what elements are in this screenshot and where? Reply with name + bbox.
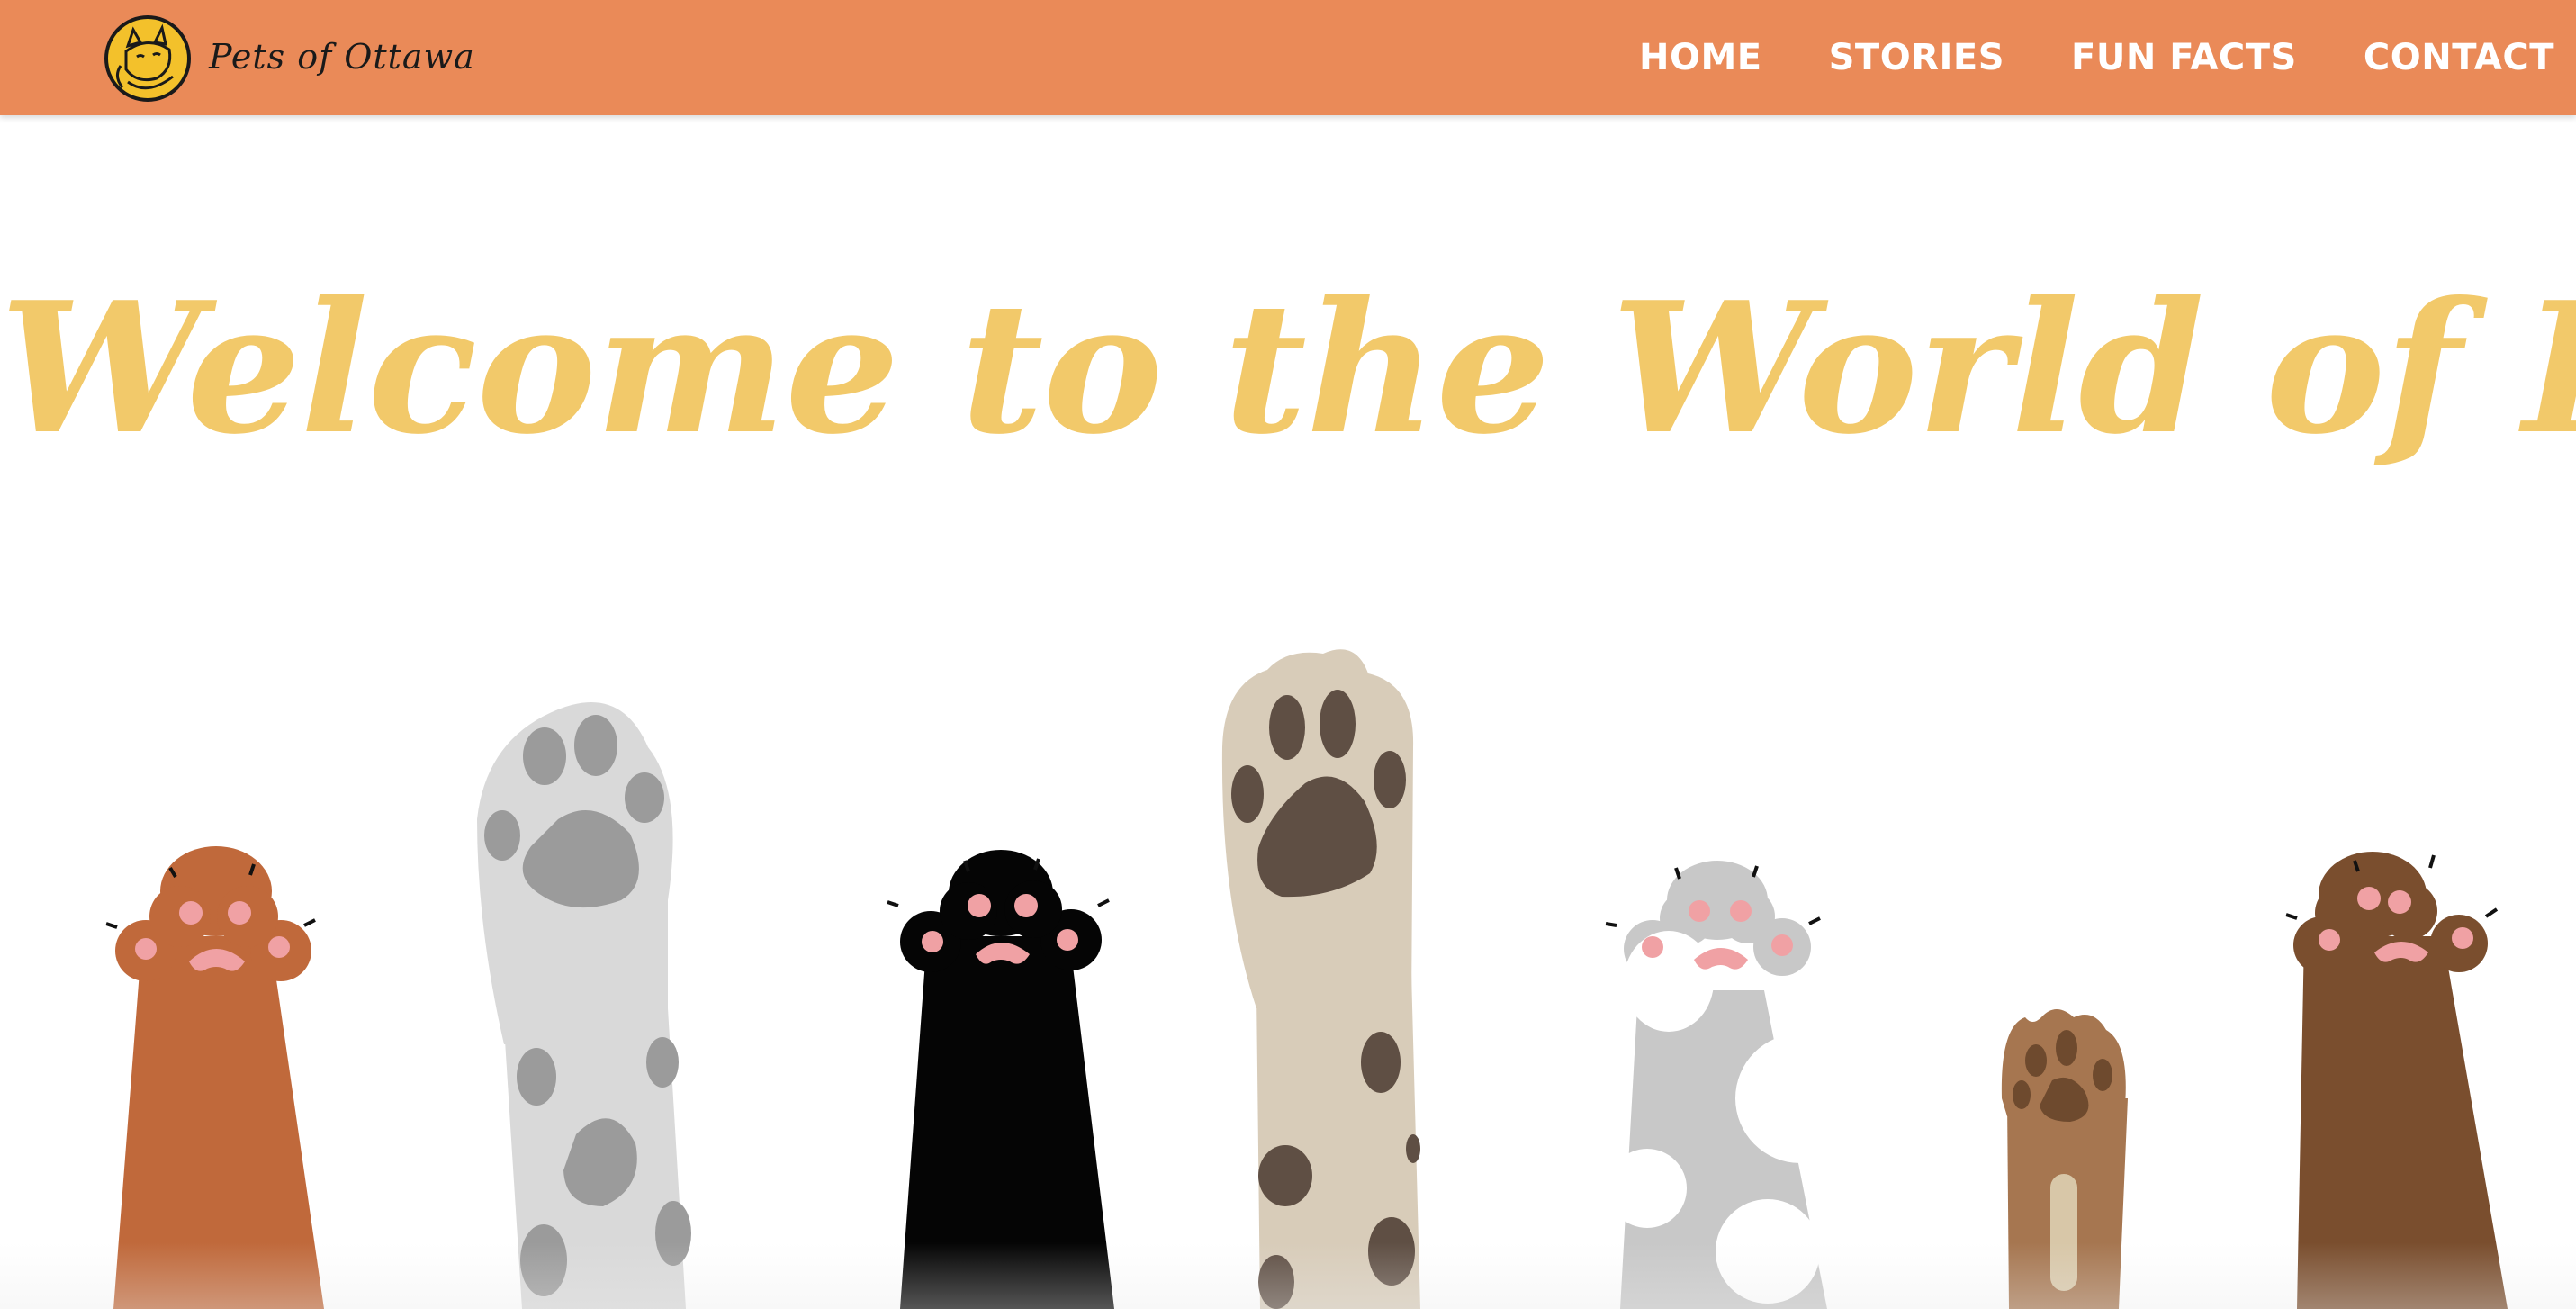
small-brown-dog-paw xyxy=(2001,1009,2128,1309)
nav-item-fun-facts: FUN FACTS xyxy=(2071,37,2297,78)
main-nav: HOME STORIES FUN FACTS CONTACT xyxy=(1639,0,2554,115)
nav-link-stories[interactable]: STORIES xyxy=(1829,37,2004,78)
hero-title: Welcome to the World of Pets! xyxy=(0,263,2576,474)
nav-link-home[interactable]: HOME xyxy=(1639,37,1762,78)
beige-dog-paw xyxy=(1221,649,1420,1309)
navbar: Pets of Ottawa HOME STORIES FUN FACTS CO… xyxy=(0,0,2576,115)
orange-cat-paw xyxy=(105,846,324,1309)
nav-item-home: HOME xyxy=(1639,37,1762,78)
brand-link[interactable]: Pets of Ottawa xyxy=(101,7,475,106)
nav-item-contact: CONTACT xyxy=(2364,37,2554,78)
page: Pets of Ottawa HOME STORIES FUN FACTS CO… xyxy=(0,0,2576,1309)
nav-link-contact[interactable]: CONTACT xyxy=(2364,37,2554,78)
brand-name: Pets of Ottawa xyxy=(209,37,475,77)
nav-item-stories: STORIES xyxy=(1829,37,2004,78)
brown-cat-paw xyxy=(2285,852,2508,1309)
nav-link-fun-facts[interactable]: FUN FACTS xyxy=(2071,37,2297,78)
black-cat-paw xyxy=(887,850,1114,1309)
gray-white-cat-paw xyxy=(1605,861,1865,1309)
raised-pet-paws-illustration xyxy=(0,630,2576,1309)
cat-logo-icon xyxy=(104,15,191,102)
gray-spotted-paw xyxy=(477,702,691,1309)
